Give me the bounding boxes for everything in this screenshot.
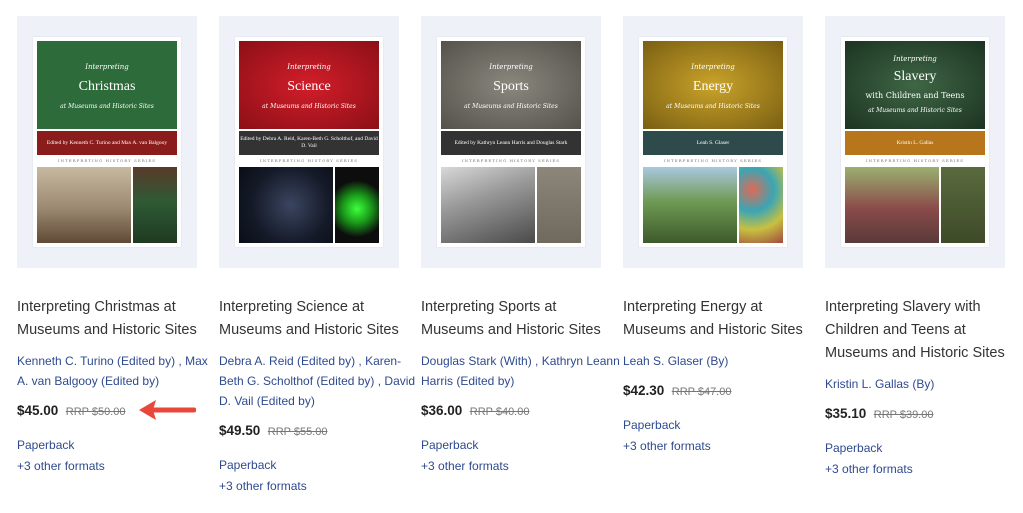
other-formats-link[interactable]: +3 other formats bbox=[623, 436, 823, 456]
book-cover-container[interactable]: Interpreting Slavery with Children and T… bbox=[825, 16, 1005, 268]
format-link[interactable]: Paperback bbox=[421, 435, 621, 455]
format-link[interactable]: Paperback bbox=[623, 415, 823, 435]
book-rrp: RRP $47.00 bbox=[671, 386, 732, 398]
book-authors[interactable]: Leah S. Glaser (By) bbox=[623, 351, 823, 371]
book-title[interactable]: Interpreting Science at Museums and Hist… bbox=[219, 296, 419, 342]
book-info: Interpreting Science at Museums and Hist… bbox=[219, 296, 419, 496]
other-formats-link[interactable]: +3 other formats bbox=[825, 459, 1023, 479]
book-price: $35.10 bbox=[825, 406, 867, 421]
format-link[interactable]: Paperback bbox=[17, 435, 217, 455]
book-authors[interactable]: Kenneth C. Turino (Edited by) , Max A. v… bbox=[17, 351, 217, 391]
other-formats-link[interactable]: +3 other formats bbox=[421, 456, 621, 476]
book-grid: Interpreting Christmas at Museums and Hi… bbox=[0, 0, 1023, 513]
book-title[interactable]: Interpreting Sports at Museums and Histo… bbox=[421, 296, 621, 342]
book-cover-container[interactable]: Interpreting Energy at Museums and Histo… bbox=[623, 16, 803, 268]
book-rrp: RRP $39.00 bbox=[873, 409, 934, 421]
book-cover[interactable]: Interpreting Energy at Museums and Histo… bbox=[639, 37, 787, 247]
book-rrp: RRP $40.00 bbox=[469, 406, 530, 418]
book-cover[interactable]: Interpreting Science at Museums and Hist… bbox=[235, 37, 383, 247]
book-price: $36.00 bbox=[421, 403, 463, 418]
book-info: Interpreting Christmas at Museums and Hi… bbox=[17, 296, 217, 476]
book-title[interactable]: Interpreting Energy at Museums and Histo… bbox=[623, 296, 823, 342]
price-row: $35.10 RRP $39.00 bbox=[825, 404, 1023, 425]
book-price: $49.50 bbox=[219, 423, 261, 438]
red-arrow-icon bbox=[139, 400, 196, 420]
book-rrp: RRP $50.00 bbox=[65, 406, 126, 418]
book-rrp: RRP $55.00 bbox=[267, 426, 328, 438]
book-authors[interactable]: Kristin L. Gallas (By) bbox=[825, 374, 1023, 394]
book-cover[interactable]: Interpreting Christmas at Museums and Hi… bbox=[33, 37, 181, 247]
book-info: Interpreting Slavery with Children and T… bbox=[825, 296, 1023, 479]
book-authors[interactable]: Debra A. Reid (Edited by) , Karen-Beth G… bbox=[219, 351, 419, 411]
price-row: $36.00 RRP $40.00 bbox=[421, 401, 621, 422]
book-info: Interpreting Energy at Museums and Histo… bbox=[623, 296, 823, 456]
book-cover-container[interactable]: Interpreting Sports at Museums and Histo… bbox=[421, 16, 601, 268]
book-info: Interpreting Sports at Museums and Histo… bbox=[421, 296, 621, 476]
price-row: $42.30 RRP $47.00 bbox=[623, 381, 823, 402]
book-cover[interactable]: Interpreting Sports at Museums and Histo… bbox=[437, 37, 585, 247]
book-cover[interactable]: Interpreting Slavery with Children and T… bbox=[841, 37, 989, 247]
format-link[interactable]: Paperback bbox=[219, 455, 419, 475]
book-cover-container[interactable]: Interpreting Science at Museums and Hist… bbox=[219, 16, 399, 268]
other-formats-link[interactable]: +3 other formats bbox=[219, 476, 419, 496]
price-row: $49.50 RRP $55.00 bbox=[219, 421, 419, 442]
book-price: $45.00 bbox=[17, 403, 59, 418]
book-price: $42.30 bbox=[623, 383, 665, 398]
other-formats-link[interactable]: +3 other formats bbox=[17, 456, 217, 476]
book-authors[interactable]: Douglas Stark (With) , Kathryn Leann Har… bbox=[421, 351, 621, 391]
book-title[interactable]: Interpreting Slavery with Children and T… bbox=[825, 296, 1023, 365]
book-cover-container[interactable]: Interpreting Christmas at Museums and Hi… bbox=[17, 16, 197, 268]
book-title[interactable]: Interpreting Christmas at Museums and Hi… bbox=[17, 296, 217, 342]
format-link[interactable]: Paperback bbox=[825, 438, 1023, 458]
